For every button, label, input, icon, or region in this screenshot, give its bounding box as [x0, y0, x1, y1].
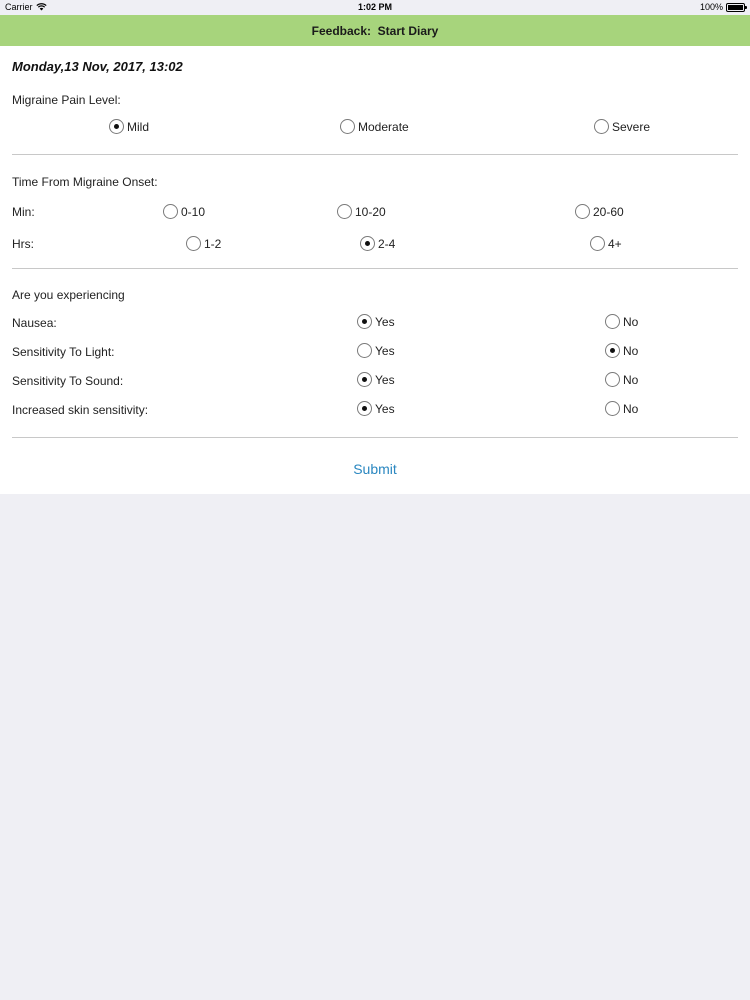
nav-bar: Feedback: Start Diary	[0, 15, 750, 46]
option-label: No	[623, 372, 639, 387]
radio-icon[interactable]	[163, 204, 178, 219]
hrs-option-2-4[interactable]: 2-4	[360, 236, 395, 251]
onset-hrs-label: Hrs:	[12, 237, 34, 251]
option-label: 4+	[608, 236, 622, 251]
battery-icon	[726, 2, 747, 12]
option-label: 10-20	[355, 204, 386, 219]
pain-option-severe[interactable]: Severe	[594, 119, 650, 134]
symptom-sound-label: Sensitivity To Sound:	[12, 374, 124, 388]
diary-date: Monday,13 Nov, 2017, 13:02	[12, 59, 183, 74]
option-label: 2-4	[378, 236, 396, 251]
submit-button[interactable]: Submit	[0, 461, 750, 477]
radio-icon[interactable]	[605, 314, 620, 329]
light-no[interactable]: No	[605, 343, 638, 358]
option-label: Yes	[375, 343, 395, 358]
symptom-light-label: Sensitivity To Light:	[12, 345, 115, 359]
hrs-option-4-plus[interactable]: 4+	[590, 236, 622, 251]
option-label: Yes	[375, 372, 395, 387]
pain-option-mild[interactable]: Mild	[109, 119, 149, 134]
status-time: 1:02 PM	[357, 2, 392, 12]
divider	[12, 437, 738, 438]
onset-min-label: Min:	[12, 205, 35, 219]
option-label: Severe	[612, 119, 651, 134]
pain-level-label: Migraine Pain Level:	[12, 93, 121, 107]
symptom-skin-label: Increased skin sensitivity:	[12, 403, 149, 417]
radio-icon[interactable]	[357, 343, 372, 358]
divider	[12, 268, 738, 269]
radio-icon[interactable]	[360, 236, 375, 251]
min-option-20-60[interactable]: 20-60	[575, 204, 624, 219]
option-label: Moderate	[358, 119, 409, 134]
pain-option-moderate[interactable]: Moderate	[340, 119, 409, 134]
nausea-yes[interactable]: Yes	[357, 314, 395, 329]
option-label: 20-60	[593, 204, 624, 219]
hrs-option-1-2[interactable]: 1-2	[186, 236, 221, 251]
radio-icon[interactable]	[357, 314, 372, 329]
option-label: No	[623, 401, 639, 416]
symptom-nausea-label: Nausea:	[12, 316, 57, 330]
symptoms-label: Are you experiencing	[12, 288, 125, 302]
option-label: 1-2	[204, 236, 222, 251]
min-option-0-10[interactable]: 0-10	[163, 204, 205, 219]
radio-icon[interactable]	[590, 236, 605, 251]
onset-label: Time From Migraine Onset:	[12, 175, 158, 189]
option-label: No	[623, 314, 639, 329]
battery-percent: 100%	[699, 2, 723, 12]
radio-icon[interactable]	[605, 372, 620, 387]
battery-info: 100%	[699, 2, 747, 12]
option-label: Yes	[375, 314, 395, 329]
option-label: Yes	[375, 401, 395, 416]
divider	[12, 154, 738, 155]
sound-no[interactable]: No	[605, 372, 638, 387]
radio-icon[interactable]	[605, 343, 620, 358]
radio-icon[interactable]	[186, 236, 201, 251]
radio-icon[interactable]	[109, 119, 124, 134]
skin-no[interactable]: No	[605, 401, 638, 416]
skin-yes[interactable]: Yes	[357, 401, 395, 416]
option-label: No	[623, 343, 639, 358]
radio-icon[interactable]	[594, 119, 609, 134]
option-label: 0-10	[181, 204, 206, 219]
min-option-10-20[interactable]: 10-20	[337, 204, 386, 219]
option-label: Mild	[127, 119, 150, 134]
radio-icon[interactable]	[357, 401, 372, 416]
sound-yes[interactable]: Yes	[357, 372, 395, 387]
nav-title: Feedback: Start Diary	[311, 23, 439, 38]
radio-icon[interactable]	[340, 119, 355, 134]
nausea-no[interactable]: No	[605, 314, 638, 329]
diary-form: Monday,13 Nov, 2017, 13:02 Migraine Pain…	[0, 46, 750, 494]
radio-icon[interactable]	[357, 372, 372, 387]
radio-icon[interactable]	[605, 401, 620, 416]
radio-icon[interactable]	[575, 204, 590, 219]
light-yes[interactable]: Yes	[357, 343, 395, 358]
status-bar: Carrier 1:02 PM 100%	[0, 0, 750, 15]
radio-icon[interactable]	[337, 204, 352, 219]
